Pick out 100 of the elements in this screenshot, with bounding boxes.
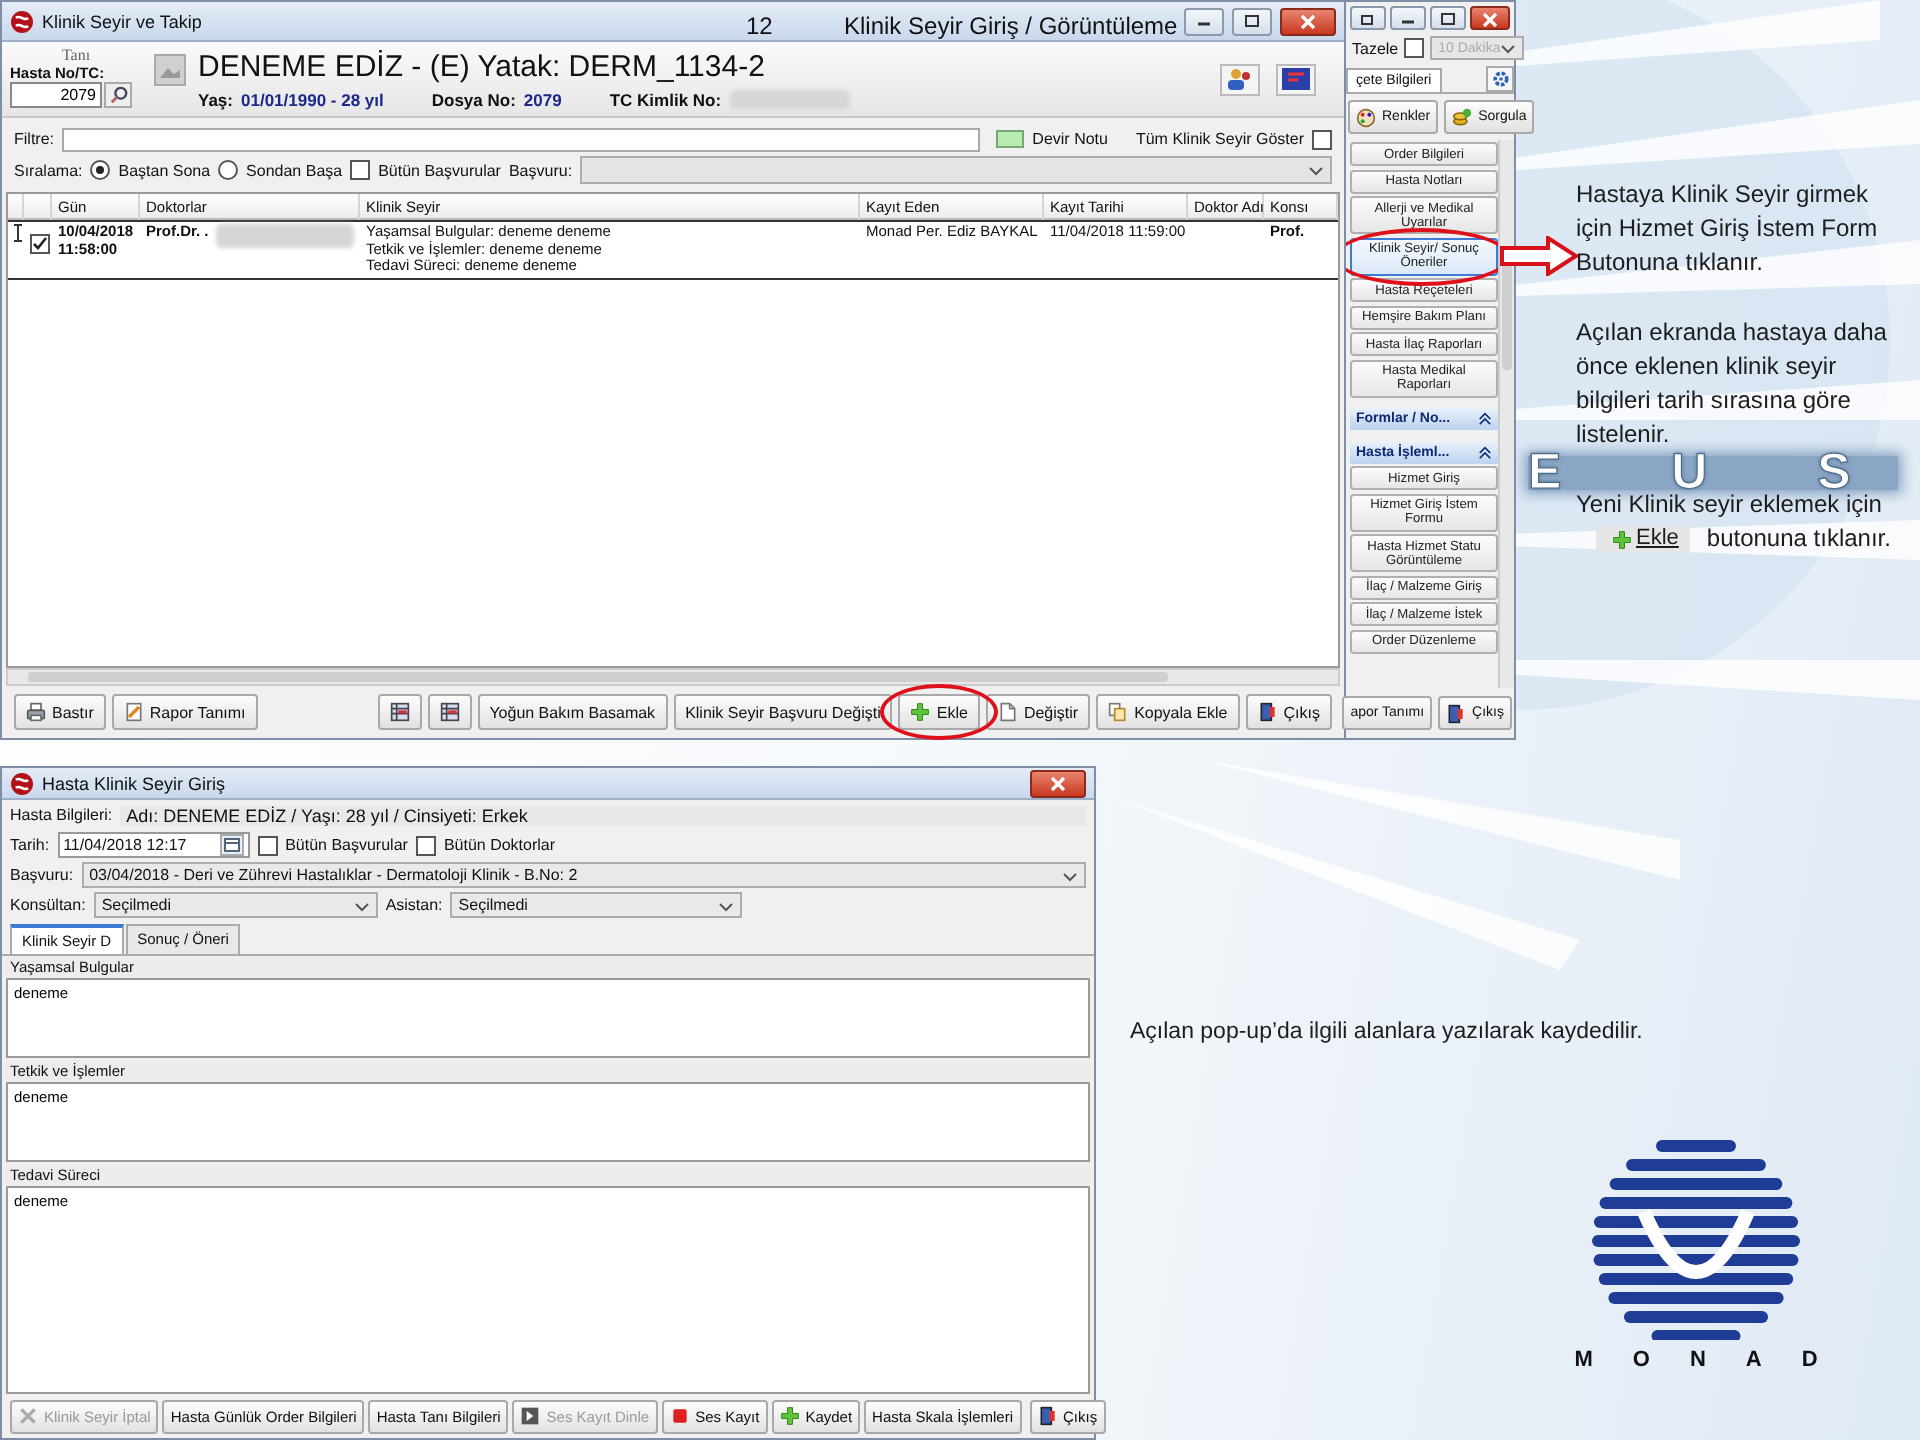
checkbox[interactable] <box>350 160 371 180</box>
assistant-dropdown[interactable]: Seçilmedi <box>450 892 743 918</box>
layout-button[interactable] <box>427 694 472 730</box>
field-label: Konsültan: <box>10 896 86 914</box>
toolbar-button[interactable]: Değiştir <box>985 694 1091 730</box>
legend-label: Devir Notu <box>1032 130 1108 148</box>
patient-info: Adı: DENEME EDİZ / Yaşı: 28 yıl / Cinsiyeti: Erkek <box>120 805 1086 825</box>
maximize-icon <box>1438 9 1458 27</box>
info-value: 2079 <box>523 89 562 109</box>
field-label: Sıralama: <box>14 161 83 179</box>
caret-icon <box>718 897 735 913</box>
door-icon <box>1257 702 1278 722</box>
field-label: Başvuru: <box>10 866 74 884</box>
radio-button[interactable] <box>90 160 111 180</box>
calendar-button[interactable] <box>219 834 244 856</box>
close-button[interactable] <box>1030 769 1086 797</box>
close-button[interactable] <box>1470 6 1510 30</box>
background-letters: E U S <box>1528 456 1899 490</box>
note-text: Açılan ekranda hastaya daha önce eklenen klinik seyir bilgileri tarih sırasına göre listelenir. <box>1576 318 1887 448</box>
plus-icon <box>910 702 931 722</box>
note-text: butonuna tıklanır. <box>1706 524 1891 552</box>
settings-button[interactable] <box>1486 66 1514 92</box>
minimize-button[interactable] <box>1184 7 1224 35</box>
note-text: Hastaya Klinik Seyir girmek için Hizmet Giriş İstem Form Butonuna tıklanır. <box>1576 180 1878 276</box>
radio-button[interactable] <box>218 160 239 180</box>
image-icon <box>154 54 186 86</box>
legend-swatch <box>996 130 1025 148</box>
slide-number: 12 <box>746 12 773 40</box>
close-icon <box>1480 9 1500 27</box>
patient-title: DENEME EDİZ - (E) Yatak: DERM_1134-2 <box>198 49 767 83</box>
window-title: Klinik Seyir ve Takip <box>42 11 202 31</box>
minimize-button[interactable] <box>1390 6 1426 30</box>
info-value: 01/01/1990 - 28 yıl <box>241 89 384 109</box>
maximize-button[interactable] <box>1430 6 1466 30</box>
gear-icon <box>1491 70 1509 88</box>
document-icon <box>123 702 144 722</box>
cross-icon <box>18 1406 38 1426</box>
vertical-scrollbar[interactable] <box>1498 140 1514 688</box>
layout-button[interactable] <box>377 694 422 730</box>
checkbox[interactable] <box>1404 38 1425 58</box>
toolbar-button[interactable]: Ekle <box>898 694 980 730</box>
toolbar-button[interactable]: Yoğun Bakım Basamak <box>477 694 668 730</box>
patient-number-field[interactable]: 2079 <box>10 82 102 108</box>
toolbar-button[interactable]: Klinik Seyir Başvuru Değişti <box>673 694 893 730</box>
play-icon <box>520 1406 541 1426</box>
radio-label: Sondan Başa <box>246 161 343 179</box>
horizontal-scrollbar[interactable] <box>6 668 1340 686</box>
field-label: Hasta Bilgileri: <box>10 806 113 824</box>
caret-icon <box>353 897 370 913</box>
checkbox[interactable] <box>415 835 436 855</box>
application-dropdown[interactable]: 03/04/2018 - Deri ve Zührevi Hastalıklar - Dermatoloji Klinik - B.No: 2 <box>81 862 1086 888</box>
caret-icon <box>1500 40 1517 56</box>
close-button[interactable] <box>1280 7 1336 35</box>
callout-arrow <box>1500 236 1580 276</box>
toolbar-button[interactable]: Rapor Tanımı <box>111 694 258 730</box>
toolbar-button[interactable]: Kopyala Ekle <box>1096 694 1240 730</box>
checkbox[interactable] <box>1312 129 1332 149</box>
info-label: Dosya No: <box>431 89 516 109</box>
toolbar-button[interactable]: Çıkış <box>1245 694 1332 730</box>
calendar-icon <box>223 838 240 852</box>
printer-icon <box>26 702 46 722</box>
row-indicator-icon <box>14 224 22 242</box>
restore-button[interactable] <box>1350 6 1386 30</box>
field-label: Filtre: <box>14 130 54 148</box>
door-icon <box>1446 703 1467 723</box>
palette-icon <box>1356 107 1376 127</box>
search-button[interactable] <box>104 82 132 108</box>
checkbox[interactable] <box>257 835 278 855</box>
list-icon <box>439 702 460 722</box>
restore-icon <box>1358 9 1378 27</box>
stop-icon <box>669 1406 690 1426</box>
consultant-dropdown[interactable]: Seçilmedi <box>93 892 378 918</box>
checkbox[interactable] <box>30 234 50 254</box>
collapse-icon <box>1478 412 1492 426</box>
button-picture: Ekle <box>1596 526 1691 553</box>
filter-field[interactable] <box>62 127 981 151</box>
list-icon <box>389 702 410 722</box>
toolbar-button[interactable]: Bastır <box>14 694 106 730</box>
logo-text: MONAD <box>1574 1348 1858 1372</box>
card-icon <box>1282 68 1310 90</box>
checkbox-label: Bütün Doktorlar <box>443 836 556 854</box>
coins-icon <box>1452 107 1473 127</box>
close-icon <box>1048 774 1068 792</box>
people-button[interactable] <box>1220 63 1260 95</box>
caption-text: Açılan pop-up’da ilgili alanlara yazılarak kaydedilir. <box>1130 1020 1643 1044</box>
diagnosis-label: Tanı <box>59 46 93 64</box>
people-icon <box>1226 68 1254 90</box>
field-label: Asistan: <box>385 896 443 914</box>
refresh-label: Tazele <box>1352 39 1399 57</box>
field-label: Başvuru: <box>508 161 573 179</box>
app-logo-icon <box>10 771 34 795</box>
checkbox-label: Bütün Başvurular <box>285 836 408 854</box>
date-field[interactable]: 11/04/2018 12:17 <box>57 832 250 858</box>
slide-title: Klinik Seyir Giriş / Görüntüleme <box>844 12 1178 40</box>
window-title: Hasta Klinik Seyir Giriş <box>42 773 226 793</box>
copy-icon <box>1108 702 1129 722</box>
maximize-button[interactable] <box>1232 7 1272 35</box>
id-card-button[interactable] <box>1276 63 1316 95</box>
app-logo-icon <box>10 9 34 33</box>
door-icon <box>1037 1406 1057 1426</box>
